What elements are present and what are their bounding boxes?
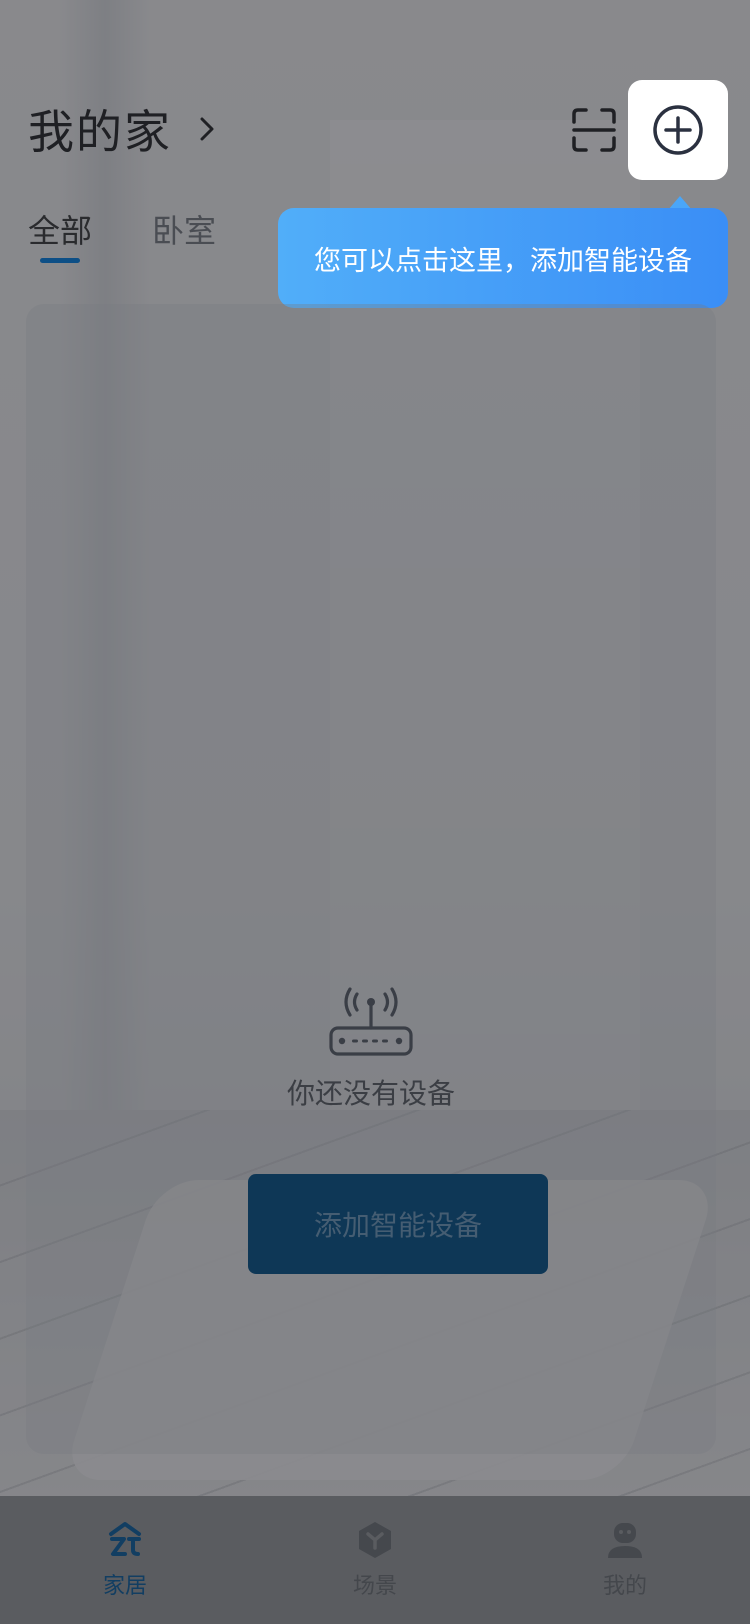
add-smart-device-button[interactable]: 添加智能设备 bbox=[248, 1174, 548, 1274]
home-icon bbox=[109, 1522, 141, 1556]
router-icon bbox=[329, 987, 413, 1056]
tab-bedroom[interactable]: 卧室 bbox=[152, 206, 216, 252]
nav-label: 家居 bbox=[102, 1574, 147, 1599]
active-tab-indicator bbox=[40, 258, 80, 263]
tab-all[interactable]: 全部 bbox=[28, 206, 93, 263]
chevron-right-icon bbox=[200, 117, 214, 141]
tooltip-text: 您可以点击这里，添加智能设备 bbox=[314, 245, 692, 277]
add-device-tooltip[interactable]: 您可以点击这里，添加智能设备 bbox=[278, 208, 728, 308]
device-list-card: 你还没有设备 添加智能设备 bbox=[26, 304, 716, 1454]
nav-label: 场景 bbox=[352, 1574, 397, 1599]
tab-label: 全部 bbox=[28, 212, 93, 250]
plus-circle-icon bbox=[653, 105, 703, 155]
empty-state: 你还没有设备 bbox=[26, 984, 716, 1112]
nav-profile[interactable]: 我的 bbox=[555, 1520, 695, 1600]
home-title: 我的家 bbox=[28, 105, 172, 159]
nav-label: 我的 bbox=[602, 1574, 647, 1599]
tab-label: 卧室 bbox=[152, 212, 217, 250]
profile-icon bbox=[608, 1523, 642, 1558]
scene-icon bbox=[359, 1522, 391, 1558]
empty-message: 你还没有设备 bbox=[286, 1077, 455, 1110]
home-selector[interactable]: 我的家 bbox=[28, 96, 220, 162]
nav-home[interactable]: 家居 bbox=[55, 1520, 195, 1600]
bottom-nav: 家居 场景 我的 bbox=[0, 1496, 750, 1624]
room-tabs: 全部 卧室 bbox=[28, 206, 216, 263]
scan-icon[interactable] bbox=[572, 108, 616, 152]
nav-scene[interactable]: 场景 bbox=[305, 1520, 445, 1600]
add-device-button[interactable] bbox=[628, 80, 728, 180]
